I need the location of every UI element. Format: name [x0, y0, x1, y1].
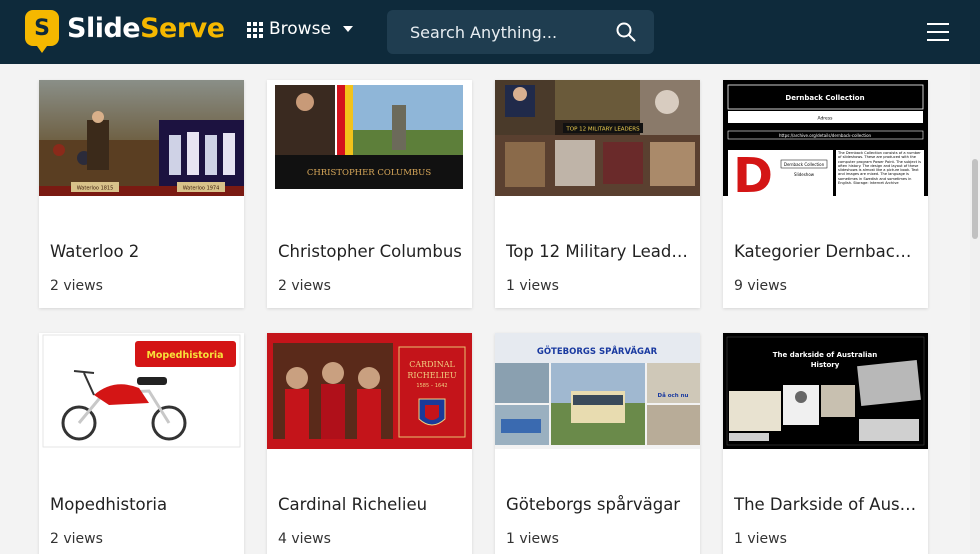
card-title[interactable]: Mopedhistoria — [50, 495, 236, 514]
presentation-card[interactable]: Waterloo 1815 Waterloo 1974 Waterloo 2 2… — [39, 80, 244, 308]
thumb-banner-line2: History — [811, 361, 840, 369]
thumb-box-sub: Slideshow — [794, 172, 815, 177]
presentation-card[interactable]: CARDINAL RICHELIEU 1585 – 1642 Cardinal … — [267, 333, 472, 554]
card-title[interactable]: Christopher Columbus — [278, 242, 464, 261]
card-title[interactable]: The Darkside of Austr... — [734, 495, 920, 514]
thumb-sub: Då och nu — [658, 392, 689, 399]
presentation-card[interactable]: The darkside of Australian History The D… — [723, 333, 928, 554]
presentation-card[interactable]: Mopedhistoria Mopedhistoria 2 views — [39, 333, 244, 554]
card-title[interactable]: Top 12 Military Leaders — [506, 242, 692, 261]
thumb-banner: CHRISTOPHER COLUMBUS — [307, 168, 432, 178]
card-title[interactable]: Göteborgs spårvägar — [506, 495, 692, 514]
scrollbar-thumb[interactable] — [972, 159, 978, 239]
thumb-banner: GÖTEBORGS SPÅRVÄGAR — [537, 346, 658, 357]
card-title[interactable]: Cardinal Richelieu — [278, 495, 464, 514]
card-title[interactable]: Waterloo 2 — [50, 242, 236, 261]
presentation-card[interactable]: GÖTEBORGS SPÅRVÄGAR Då och nu Göteborgs … — [495, 333, 700, 554]
thumb-heading: Dernback Collection — [785, 94, 864, 102]
logo-badge-icon: S — [25, 10, 59, 53]
browse-label: Browse — [269, 19, 331, 39]
thumbnail-columbus[interactable]: CHRISTOPHER COLUMBUS — [267, 80, 472, 196]
thumbnail-military-leaders[interactable]: TOP 12 MILITARY LEADERS — [495, 80, 700, 196]
thumbnail-goteborgs[interactable]: GÖTEBORGS SPÅRVÄGAR Då och nu — [495, 333, 700, 449]
search-icon[interactable] — [616, 22, 636, 42]
card-views: 1 views — [506, 278, 559, 294]
thumbnail-darkside[interactable]: The darkside of Australian History — [723, 333, 928, 449]
thumbnail-richelieu[interactable]: CARDINAL RICHELIEU 1585 – 1642 — [267, 333, 472, 449]
top-navigation-bar: S SlideServe Browse — [0, 0, 980, 64]
presentation-card[interactable]: Dernback Collection Adress https://archi… — [723, 80, 928, 308]
thumb-label: Waterloo 1815 — [77, 186, 114, 192]
thumb-years: 1585 – 1642 — [416, 383, 447, 389]
page-scrollbar[interactable] — [970, 64, 980, 554]
thumb-banner: Mopedhistoria — [146, 350, 223, 361]
card-views: 9 views — [734, 278, 787, 294]
thumb-description: The Dernback Collection consists of a nu… — [838, 151, 922, 186]
thumb-name-line2: RICHELIEU — [407, 371, 456, 380]
thumbnail-waterloo[interactable]: Waterloo 1815 Waterloo 1974 — [39, 80, 244, 196]
card-views: 4 views — [278, 531, 331, 547]
browse-menu-button[interactable]: Browse — [247, 19, 353, 39]
thumb-banner: TOP 12 MILITARY LEADERS — [565, 127, 640, 133]
presentation-card[interactable]: CHRISTOPHER COLUMBUS Christopher Columbu… — [267, 80, 472, 308]
thumbnail-dernback[interactable]: Dernback Collection Adress https://archi… — [723, 80, 928, 196]
thumb-label: Waterloo 1974 — [183, 186, 220, 192]
card-views: 1 views — [734, 531, 787, 547]
search-input[interactable] — [387, 10, 612, 54]
thumb-logo-letter: D — [733, 148, 773, 196]
thumb-banner-line1: The darkside of Australian — [773, 351, 877, 359]
grid-icon — [247, 22, 263, 38]
thumb-sub: Adress — [817, 116, 833, 122]
card-views: 2 views — [50, 531, 103, 547]
chevron-down-icon — [342, 26, 353, 32]
thumb-box-label: Dernback Collection — [784, 162, 825, 167]
card-views: 1 views — [506, 531, 559, 547]
logo-wordmark: SlideServe — [67, 12, 225, 44]
thumb-url: https://archive.org/details/dernback-col… — [779, 133, 872, 138]
search-box — [387, 10, 654, 54]
thumbnail-mopedhistoria[interactable]: Mopedhistoria — [39, 333, 244, 449]
slideserve-logo[interactable]: S SlideServe — [25, 10, 225, 53]
presentation-card[interactable]: TOP 12 MILITARY LEADERS Top 12 Military … — [495, 80, 700, 308]
hamburger-menu-icon[interactable] — [927, 23, 949, 41]
card-views: 2 views — [50, 278, 103, 294]
card-title[interactable]: Kategorier Dernback ... — [734, 242, 920, 261]
card-views: 2 views — [278, 278, 331, 294]
thumb-name-line1: CARDINAL — [409, 360, 455, 369]
